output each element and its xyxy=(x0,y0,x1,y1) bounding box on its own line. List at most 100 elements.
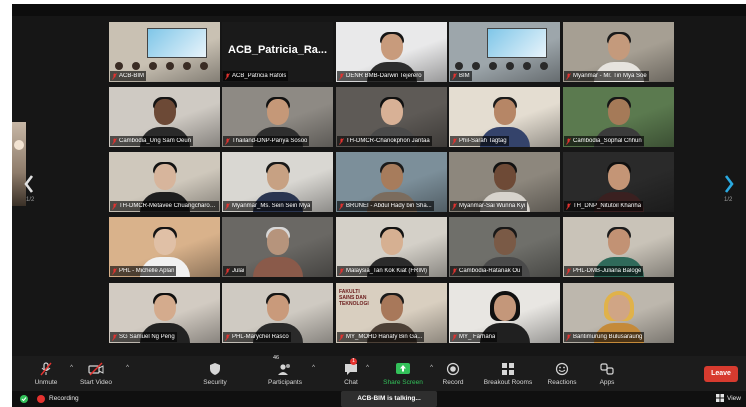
video-off-icon xyxy=(88,362,104,375)
recording-label[interactable]: Recording xyxy=(49,395,79,402)
muted-mic-icon xyxy=(452,72,457,80)
muted-mic-icon xyxy=(225,137,230,145)
share-screen-button[interactable]: Share Screen ^ xyxy=(380,356,433,391)
encryption-shield-icon[interactable] xyxy=(20,395,28,403)
participant-tile[interactable]: Julai xyxy=(222,217,333,277)
participant-tile[interactable]: PHL - Michelle Aplan xyxy=(109,217,220,277)
leave-button[interactable]: Leave xyxy=(704,366,738,382)
room-screen xyxy=(487,28,547,58)
participant-name: ACB_Patricia Rafols xyxy=(232,73,287,79)
breakout-rooms-button[interactable]: Breakout Rooms xyxy=(478,356,538,391)
unmute-label: Unmute xyxy=(34,378,58,386)
room-attendee xyxy=(183,62,191,70)
participant-tile[interactable]: ACB_Patricia_Ra... ACB_Patricia Rafols xyxy=(222,22,333,82)
participant-name: PHL-Marychel Rasco xyxy=(232,334,289,340)
start-video-button[interactable]: Start Video ^ xyxy=(70,356,129,391)
chevron-up-icon[interactable]: ^ xyxy=(430,365,433,371)
participant-name-bar: TH-DMCR-Chanokphon Jantaa xyxy=(337,136,432,146)
participant-name-bar: BIM xyxy=(450,71,472,81)
muted-mic-icon xyxy=(339,333,344,341)
room-attendee xyxy=(149,62,157,70)
muted-mic-icon xyxy=(112,72,117,80)
participant-tile[interactable]: Myanmar-Sai Wunna Kyi xyxy=(449,152,560,212)
muted-mic-icon xyxy=(339,72,344,80)
participants-button[interactable]: 46 Participants ^ xyxy=(262,355,315,391)
participant-name-bar: MY_ Farhana xyxy=(450,332,498,342)
participant-tile[interactable]: Phil-Sarah Tagtag xyxy=(449,87,560,147)
participant-tile[interactable]: Cambodia-Ratanak Ou xyxy=(449,217,560,277)
participant-name: PHL - Michelle Aplan xyxy=(119,268,175,274)
participant-tile[interactable]: BIM xyxy=(449,22,560,82)
muted-mic-icon xyxy=(452,137,457,145)
participant-name: DENR BMB-Darwin Tejerero xyxy=(346,73,422,79)
participants-count: 46 xyxy=(273,355,280,361)
participant-tile[interactable]: FAKULTI SAINS DAN TEKNOLOGI MY_MOHD Hanaf… xyxy=(336,283,447,343)
participant-name: Phil-Sarah Tagtag xyxy=(459,138,507,144)
participant-face xyxy=(380,34,403,60)
participant-name-bar: DENR BMB-Darwin Tejerero xyxy=(337,71,424,81)
participant-tile[interactable]: Myanmar - Mr. Tin Mya Soe xyxy=(563,22,674,82)
participant-tile[interactable]: DENR BMB-Darwin Tejerero xyxy=(336,22,447,82)
unmute-button[interactable]: Unmute ^ xyxy=(26,356,73,391)
talking-indicator: ACB-BIM is talking... xyxy=(341,391,437,407)
participant-tile[interactable]: PHL-Marychel Rasco xyxy=(222,283,333,343)
participant-tile[interactable]: SG Samuel Ng Peng xyxy=(109,283,220,343)
reactions-button[interactable]: Reactions xyxy=(544,356,580,391)
participant-tile[interactable]: Bantimurung Bulusaraung xyxy=(563,283,674,343)
muted-mic-icon xyxy=(112,267,117,275)
participant-tile[interactable]: Malaysia_Tan Kok Kiat (FRIM) xyxy=(336,217,447,277)
participant-name-bar: Thailand-DNP-Panya Sosoo xyxy=(223,136,310,146)
participant-tile[interactable]: Myanmar_Ms. Sein Sein Mya xyxy=(222,152,333,212)
room-attendee xyxy=(540,62,548,70)
participant-tile[interactable]: TH-DMCR-Chanokphon Jantaa xyxy=(336,87,447,147)
chevron-up-icon[interactable]: ^ xyxy=(126,365,129,371)
chevron-up-icon[interactable]: ^ xyxy=(366,365,369,371)
participants-icon xyxy=(278,363,290,375)
muted-mic-icon xyxy=(225,202,230,210)
status-bar: Recording ACB-BIM is talking... View xyxy=(12,391,746,407)
participant-name-bar: Malaysia_Tan Kok Kiat (FRIM) xyxy=(337,266,430,276)
participant-name: Cambodia_Sophal Chhun xyxy=(573,138,642,144)
participant-tile[interactable]: Cambodia_Sophal Chhun xyxy=(563,87,674,147)
participant-name-bar: TH-DMCR-Metavee Chuangcharoendee xyxy=(110,201,219,211)
participant-tile[interactable]: MY_ Farhana xyxy=(449,283,560,343)
record-icon xyxy=(446,362,460,375)
participant-name-bar: PHL-DMB-Juliana Baloge xyxy=(564,266,644,276)
participant-tile[interactable]: PHL-DMB-Juliana Baloge xyxy=(563,217,674,277)
security-button[interactable]: Security xyxy=(198,356,232,391)
participant-tile[interactable]: TH-DMCR-Metavee Chuangcharoendee xyxy=(109,152,220,212)
participant-face xyxy=(153,164,176,190)
participant-face xyxy=(607,99,630,125)
participant-name-bar: MY_MOHD Hanafy Bin Ga... xyxy=(337,332,425,342)
next-page-arrow-icon[interactable] xyxy=(723,174,735,194)
record-button[interactable]: Record xyxy=(439,356,467,391)
participant-face xyxy=(380,99,403,125)
share-screen-label: Share Screen xyxy=(383,378,423,386)
participant-name-bar: Cambodia-Ratanak Ou xyxy=(450,266,523,276)
participant-name: Cambodia-Ratanak Ou xyxy=(459,268,521,274)
participant-name-bar: PHL-Marychel Rasco xyxy=(223,332,291,342)
room-attendee xyxy=(506,62,514,70)
muted-mic-icon xyxy=(566,333,571,341)
chat-button[interactable]: 1 Chat ^ xyxy=(340,356,369,391)
apps-button[interactable]: Apps xyxy=(595,356,619,391)
participant-name-bar: ACB_Patricia Rafols xyxy=(223,71,289,81)
participant-name: SG Samuel Ng Peng xyxy=(119,334,175,340)
participant-tile[interactable]: TH_DNP_Nitutoil Khanha xyxy=(563,152,674,212)
view-button[interactable]: View xyxy=(716,394,741,402)
participant-tile[interactable]: ACB-BIM xyxy=(109,22,220,82)
room-screen xyxy=(147,28,207,58)
chevron-up-icon[interactable]: ^ xyxy=(312,365,315,371)
participant-name-bar: Cambodia_Sophal Chhun xyxy=(564,136,644,146)
participant-name: Bantimurung Bulusaraung xyxy=(573,334,643,340)
muted-mic-icon xyxy=(339,137,344,145)
participant-body xyxy=(252,257,303,277)
room-attendee xyxy=(472,62,480,70)
participant-tile[interactable]: Thailand-DNP-Panya Sosoo xyxy=(222,87,333,147)
participant-tile[interactable]: Cambodia_Ung Sam Oeun xyxy=(109,87,220,147)
prev-page-arrow-icon[interactable] xyxy=(23,174,35,194)
breakout-rooms-label: Breakout Rooms xyxy=(483,378,533,386)
participant-name: BIM xyxy=(459,73,470,79)
reactions-label: Reactions xyxy=(547,378,577,386)
participant-tile[interactable]: BRUNEI - Abdul Hady bin Sha... xyxy=(336,152,447,212)
